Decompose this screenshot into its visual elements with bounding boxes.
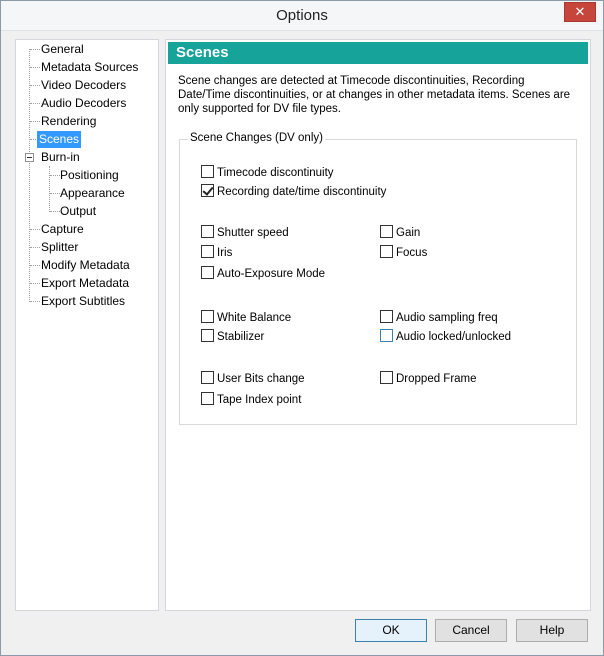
user-bits-checkbox[interactable]: User Bits change [201,371,305,388]
tree-item-burn-in[interactable]: Burn-in [39,149,82,166]
checkbox-label: Iris [217,247,233,259]
auto-exposure-checkbox[interactable]: Auto-Exposure Mode [201,266,326,283]
checkbox-box[interactable] [201,392,214,406]
checkbox-label: Stabilizer [217,331,265,343]
timecode-checkbox[interactable]: Timecode discontinuity [201,165,334,182]
scenes-description: Scene changes are detected at Timecode d… [178,75,571,115]
panel-header: Scenes [168,42,588,64]
white-balance-checkbox[interactable]: White Balance [201,310,292,327]
checkbox-label: Timecode discontinuity [217,167,334,179]
checkbox-label: Audio sampling freq [396,312,498,324]
gain-checkbox[interactable]: Gain [380,225,421,242]
tree-item-rendering[interactable]: Rendering [39,113,98,130]
focus-checkbox[interactable]: Focus [380,245,428,262]
scenes-panel: Scenes Scene changes are detected at Tim… [165,39,591,611]
audio-sampling-checkbox[interactable]: Audio sampling freq [380,310,498,327]
audio-locked-checkbox[interactable]: Audio locked/unlocked [380,329,512,346]
options-window: Options ✕ General Metadata Sources Video… [0,0,604,656]
options-tree[interactable]: General Metadata Sources Video Decoders … [15,39,159,611]
tree-item-export-metadata[interactable]: Export Metadata [39,275,131,292]
tree-item-metadata-sources[interactable]: Metadata Sources [39,59,140,76]
tree-item-general[interactable]: General [39,41,86,58]
checkbox-box[interactable] [380,245,393,259]
checkbox-label: Gain [396,227,421,239]
checkbox-box[interactable] [380,225,393,239]
checkbox-label: Recording date/time discontinuity [217,186,387,198]
iris-checkbox[interactable]: Iris [201,245,233,262]
checkbox-box[interactable] [380,310,393,324]
checkbox-label: Focus [396,247,428,259]
checkbox-label: User Bits change [217,373,305,385]
recording-datetime-checkbox[interactable]: Recording date/time discontinuity [201,184,387,201]
tree-item-splitter[interactable]: Splitter [39,239,80,256]
ok-button[interactable]: OK [355,619,427,642]
checkbox-box-checked[interactable] [201,184,214,198]
close-button[interactable]: ✕ [564,2,596,22]
tree-item-output[interactable]: Output [58,203,98,220]
checkbox-label: Auto-Exposure Mode [217,268,326,280]
checkbox-box[interactable] [380,329,393,343]
tree-item-modify-metadata[interactable]: Modify Metadata [39,257,132,274]
tree-item-capture[interactable]: Capture [39,221,86,238]
collapse-icon[interactable] [25,153,34,162]
checkbox-box[interactable] [201,329,214,343]
scene-changes-group: Scene Changes (DV only) Timecode discont… [179,132,577,425]
window-title: Options [276,7,328,24]
stabilizer-checkbox[interactable]: Stabilizer [201,329,265,346]
tree-item-audio-decoders[interactable]: Audio Decoders [39,95,128,112]
title-bar[interactable]: Options ✕ [1,1,603,31]
checkbox-box[interactable] [201,165,214,179]
tree-item-video-decoders[interactable]: Video Decoders [39,77,128,94]
tree-item-export-subtitles[interactable]: Export Subtitles [39,293,127,310]
checkbox-box[interactable] [380,371,393,385]
checkbox-box[interactable] [201,310,214,324]
tree-item-scenes[interactable]: Scenes [37,131,82,148]
tree-item-positioning[interactable]: Positioning [58,167,121,184]
tree-connector [49,166,50,212]
checkbox-label: Dropped Frame [396,373,477,385]
checkbox-label: White Balance [217,312,292,324]
cancel-button[interactable]: Cancel [435,619,507,642]
checkbox-label: Audio locked/unlocked [396,331,512,343]
checkbox-label: Tape Index point [217,394,302,406]
shutter-speed-checkbox[interactable]: Shutter speed [201,225,289,242]
checkbox-label: Shutter speed [217,227,289,239]
dropped-frame-checkbox[interactable]: Dropped Frame [380,371,477,388]
checkbox-box[interactable] [201,266,214,280]
close-icon: ✕ [574,4,586,19]
checkbox-box[interactable] [201,245,214,259]
tape-index-checkbox[interactable]: Tape Index point [201,392,302,409]
help-button[interactable]: Help [516,619,588,642]
checkbox-box[interactable] [201,371,214,385]
tree-item-appearance[interactable]: Appearance [58,185,127,202]
checkbox-box[interactable] [201,225,214,239]
group-title: Scene Changes (DV only) [188,132,325,144]
